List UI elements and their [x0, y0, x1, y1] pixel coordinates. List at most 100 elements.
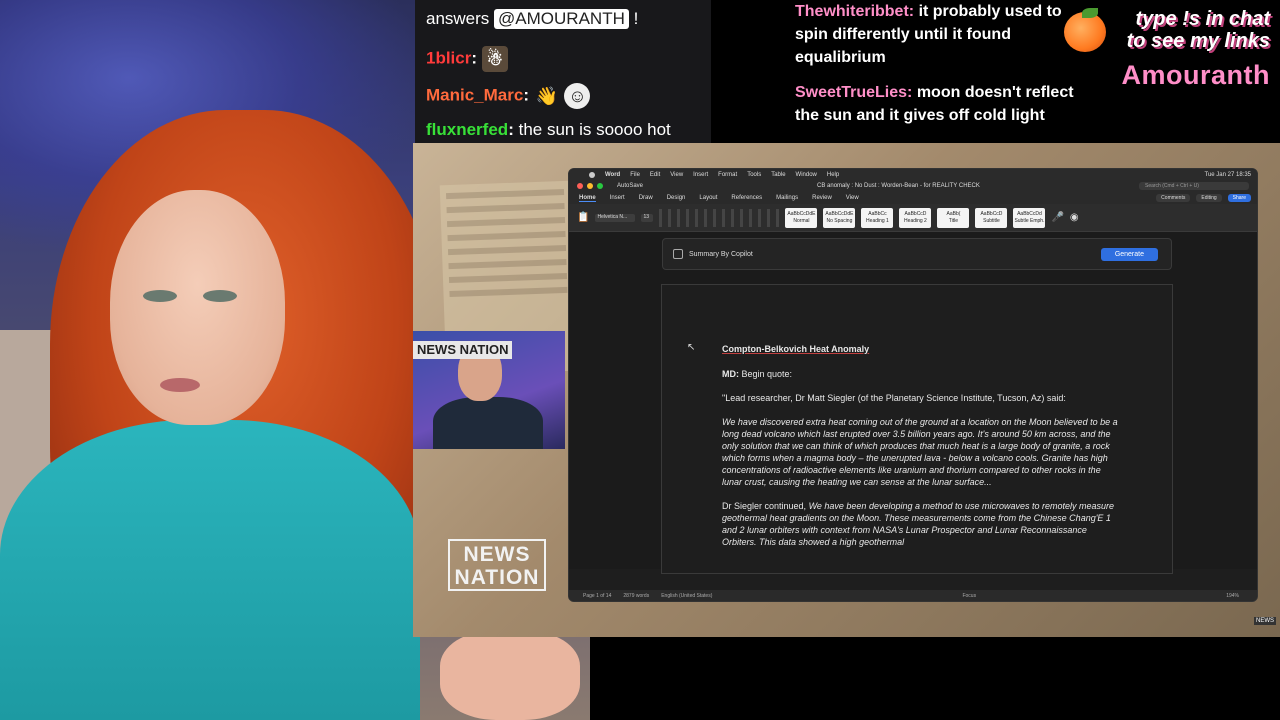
style-normal[interactable]: AaBbCcDdE Normal [785, 207, 818, 228]
continued-paragraph: Dr Siegler continued, We have been devel… [722, 501, 1115, 547]
streamer-shirt [0, 420, 420, 720]
chat-username[interactable]: Manic_Marc [426, 85, 523, 104]
paste-icon[interactable]: 📋 [577, 212, 589, 223]
chat-message: SweetTrueLies: moon doesn't reflect the … [795, 84, 1074, 124]
chat-message: fluxnerfed: the sun is soooo hot [426, 120, 671, 139]
focus-button[interactable]: Focus [962, 593, 976, 599]
links-callout: type !s in chat to see my links Amourant… [1063, 8, 1270, 91]
apple-icon[interactable] [589, 171, 595, 178]
news-video-frame: NEWS NATION NEWS NATION Word File Edit V… [413, 143, 1280, 637]
style-subtle-emphasis[interactable]: AaBbCcDd Subtle Emph. [1013, 207, 1046, 228]
tab-view[interactable]: View [846, 195, 859, 201]
share-button[interactable]: Share [1227, 194, 1251, 202]
document-title: CB anomaly : No Dust : Worden-Bean - for… [817, 183, 980, 189]
word-window[interactable]: Word File Edit View Insert Format Tools … [568, 168, 1258, 602]
chat-message-top: answers @AMOURANTH ! [426, 9, 638, 29]
dictate-icon[interactable]: 🎤 [1051, 212, 1063, 223]
chat-username[interactable]: fluxnerfed [426, 120, 508, 139]
menu-tools[interactable]: Tools [747, 172, 761, 178]
menu-format[interactable]: Format [718, 172, 737, 178]
maximize-icon[interactable] [597, 183, 603, 189]
face-emote: ☺ [564, 83, 591, 109]
document-body[interactable]: Compton-Belkovich Heat Anomaly MD: Begin… [722, 343, 1122, 560]
peach-leaf [1081, 8, 1098, 18]
menu-word[interactable]: Word [605, 172, 620, 178]
tab-draw[interactable]: Draw [639, 195, 653, 201]
copilot-label: Summary By Copilot [689, 250, 753, 258]
chat-message: Manic_Marc: 👋 ☺ [426, 83, 591, 109]
tab-references[interactable]: References [731, 195, 762, 201]
chat-username[interactable]: 1blicr [426, 48, 471, 67]
style-title[interactable]: AaBb(Title [937, 207, 970, 228]
chat-username[interactable]: SweetTrueLies [795, 84, 907, 101]
window-titlebar: AutoSave CB anomaly : No Dust : Worden-B… [569, 180, 1257, 192]
style-subtitle[interactable]: AaBbCcD Subtitle [975, 207, 1008, 228]
chat-message: Thewhiteribbet: it probably used to spin… [795, 3, 1062, 66]
callout-line-2: to see my links [1126, 30, 1270, 52]
document-page[interactable]: ↖ Compton-Belkovich Heat Anomaly MD: Beg… [661, 284, 1173, 574]
language-indicator[interactable]: English (United States) [661, 593, 712, 599]
figure-emote: ☃ [481, 46, 508, 72]
word-count[interactable]: 2879 words [623, 593, 649, 599]
inset-logo: NEWS NATION [413, 341, 513, 359]
left-eye [143, 290, 177, 302]
chat-text: answers [426, 9, 490, 28]
formatting-tools[interactable] [659, 208, 780, 227]
close-icon[interactable] [577, 183, 583, 189]
summary-icon [673, 249, 683, 259]
font-name-select[interactable]: Helvetica N... [595, 213, 636, 222]
ribbon-tabs: Home Insert Draw Design Layout Reference… [569, 192, 1257, 204]
copilot-icon[interactable]: ◉ [1070, 212, 1079, 223]
document-canvas[interactable]: Summary By Copilot Generate ↖ Compton-Be… [569, 232, 1257, 574]
menu-help[interactable]: Help [827, 172, 839, 178]
tab-insert[interactable]: Insert [610, 195, 625, 201]
menu-insert[interactable]: Insert [693, 172, 708, 178]
menu-window[interactable]: Window [796, 172, 817, 178]
right-eye [203, 290, 237, 302]
tab-design[interactable]: Design [667, 195, 686, 201]
corner-bug-logo: NEWS [1254, 617, 1276, 625]
newsnation-logo: NEWS NATION [448, 539, 546, 591]
copilot-summary-bar: Summary By Copilot Generate [662, 238, 1172, 270]
document-heading: Compton-Belkovich Heat Anomaly [722, 344, 870, 354]
tab-mailings[interactable]: Mailings [776, 195, 798, 201]
menu-edit[interactable]: Edit [650, 172, 660, 178]
status-bar: Page 1 of 14 2879 words English (United … [569, 590, 1257, 601]
tab-home[interactable]: Home [579, 195, 596, 202]
menu-view[interactable]: View [670, 172, 683, 178]
guest-suit [433, 397, 543, 449]
chat-message: 1blicr: ☃ [426, 46, 508, 72]
mouse-cursor-icon: ↖ [687, 342, 696, 353]
autosave-label[interactable]: AutoSave [617, 183, 643, 189]
tab-review[interactable]: Review [812, 195, 832, 201]
chat-username[interactable]: Thewhiteribbet [795, 3, 909, 20]
generate-button[interactable]: Generate [1100, 247, 1158, 261]
stream-layout: answers @AMOURANTH ! 1blicr: ☃ Manic_Mar… [0, 0, 1280, 720]
style-heading-1[interactable]: AaBbCc Heading 1 [861, 207, 894, 228]
wave-emote: 👋 [535, 86, 558, 106]
comments-button[interactable]: Comments [1156, 194, 1191, 202]
home-ribbon: 📋 Helvetica N... 13 AaBbCcDdE Normal AaBb… [569, 204, 1257, 232]
quote-paragraph: We have discovered extra heat coming out… [722, 417, 1118, 487]
tab-layout[interactable]: Layout [699, 195, 717, 201]
editing-mode-button[interactable]: Editing [1196, 194, 1222, 202]
mention-badge[interactable]: @AMOURANTH [494, 9, 629, 29]
search-input[interactable]: Search (Cmd + Ctrl + U) [1139, 182, 1249, 190]
streamer-hand [440, 630, 580, 720]
lead-paragraph: "Lead researcher, Dr Matt Siegler (of th… [722, 393, 1066, 403]
style-no-spacing[interactable]: AaBbCcDdE No Spacing [823, 207, 856, 228]
md-line: MD: Begin quote: [722, 369, 793, 379]
page-count[interactable]: Page 1 of 14 [583, 593, 611, 599]
menu-table[interactable]: Table [771, 172, 785, 178]
style-heading-2[interactable]: AaBbCcD Heading 2 [899, 207, 932, 228]
guest-video-inset: NEWS NATION [413, 331, 565, 449]
font-size-select[interactable]: 13 [641, 213, 654, 222]
system-clock: Tue Jan 27 18:35 [1204, 171, 1251, 178]
chat-text: ! [633, 9, 639, 28]
channel-brand: Amouranth [1121, 60, 1270, 90]
chat-text: the sun is soooo hot [518, 120, 671, 139]
mouth [160, 378, 200, 392]
zoom-level[interactable]: 194% [1226, 593, 1239, 599]
minimize-icon[interactable] [587, 183, 593, 189]
menu-file[interactable]: File [630, 172, 640, 178]
